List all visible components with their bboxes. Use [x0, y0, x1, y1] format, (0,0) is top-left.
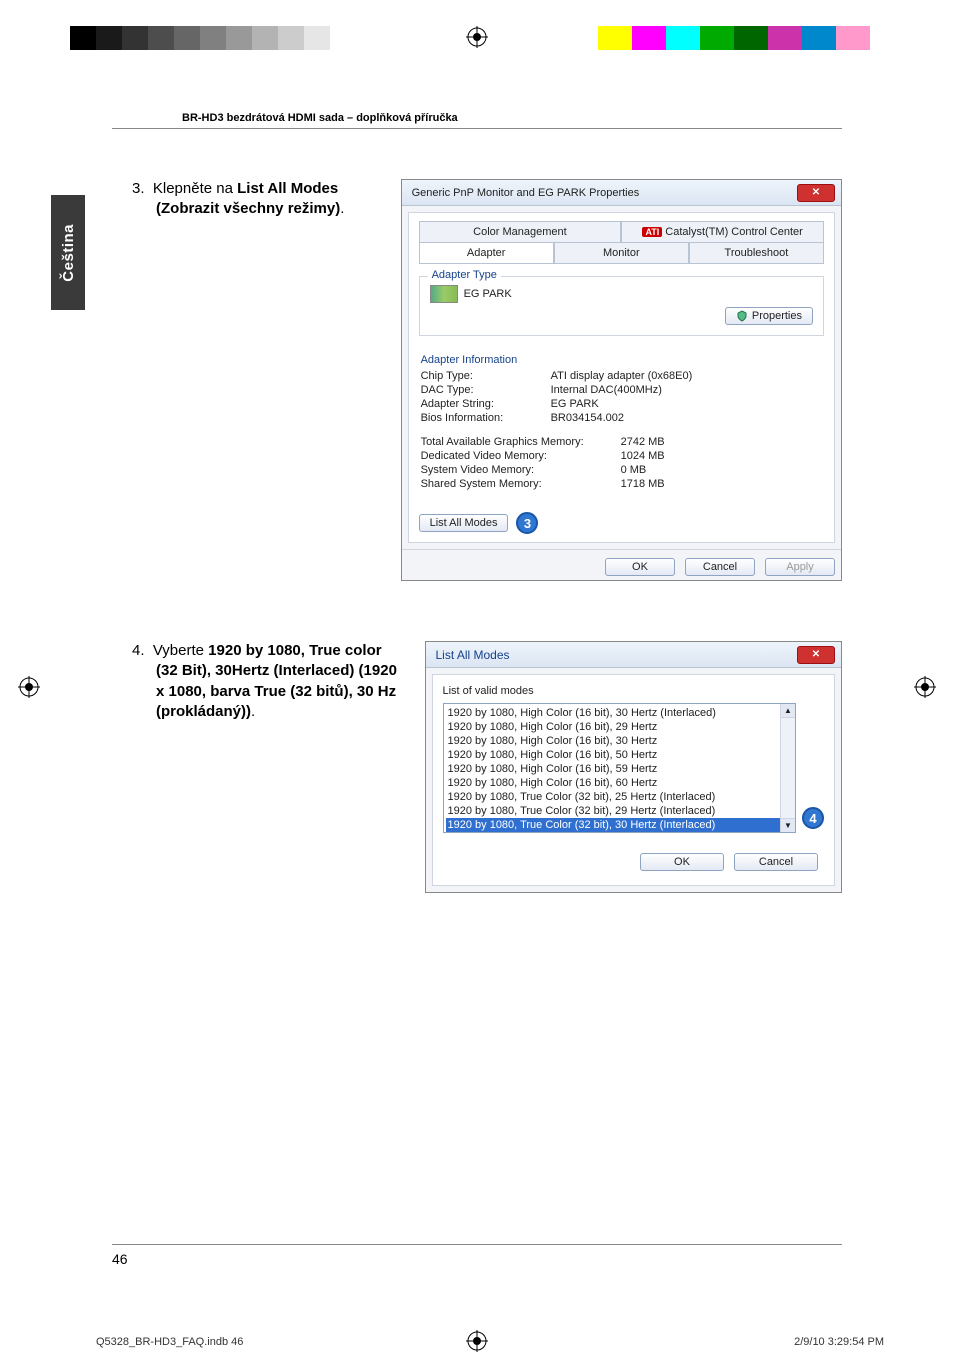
- adapter-chip-icon: [430, 285, 458, 303]
- adapter-type-legend: Adapter Type: [428, 269, 501, 281]
- shield-icon: [736, 310, 748, 322]
- step-lead: Klepněte na: [153, 180, 237, 197]
- callout-4: 4: [802, 807, 824, 829]
- close-icon: ✕: [812, 187, 820, 198]
- list-item[interactable]: 1920 by 1080, True Color (32 bit), 25 He…: [446, 790, 794, 804]
- sys-mem-value: 0 MB: [621, 464, 647, 476]
- language-tab: Čeština: [51, 195, 85, 310]
- scroll-up-icon[interactable]: ▲: [781, 704, 795, 718]
- tabs-row-top: Color Management ATICatalyst(TM) Control…: [419, 221, 824, 243]
- scrollbar[interactable]: ▲ ▼: [780, 704, 795, 832]
- print-file-label: Q5328_BR-HD3_FAQ.indb 46: [96, 1336, 243, 1348]
- registration-mark-icon: [18, 676, 40, 698]
- chip-type-value: ATI display adapter (0x68E0): [551, 370, 693, 382]
- list-all-modes-button[interactable]: List All Modes: [419, 514, 509, 532]
- apply-button[interactable]: Apply: [765, 558, 835, 576]
- ok-button[interactable]: OK: [640, 853, 724, 871]
- shared-mem-value: 1718 MB: [621, 478, 665, 490]
- tab-catalyst[interactable]: ATICatalyst(TM) Control Center: [621, 221, 824, 243]
- ded-mem-label: Dedicated Video Memory:: [421, 450, 621, 462]
- adapter-string-label: Adapter String:: [421, 398, 551, 410]
- valid-modes-label: List of valid modes: [443, 685, 825, 697]
- dialog-buttons: OK Cancel Apply: [402, 549, 841, 580]
- print-footer: Q5328_BR-HD3_FAQ.indb 46 2/9/10 3:29:54 …: [96, 1336, 884, 1348]
- list-item[interactable]: 1920 by 1080, High Color (16 bit), 30 He…: [446, 706, 794, 720]
- dac-type-value: Internal DAC(400MHz): [551, 384, 662, 396]
- bios-label: Bios Information:: [421, 412, 551, 424]
- properties-button[interactable]: Properties: [725, 307, 813, 325]
- step-3-text: 3. Klepněte na List All Modes (Zobrazit …: [112, 179, 383, 581]
- adapter-info-legend: Adapter Information: [421, 354, 822, 366]
- total-mem-value: 2742 MB: [621, 436, 665, 448]
- cancel-button[interactable]: Cancel: [734, 853, 818, 871]
- tab-monitor[interactable]: Monitor: [554, 243, 689, 264]
- step-lead: Vyberte: [153, 642, 208, 659]
- registration-mark-icon: [466, 26, 488, 48]
- adapter-type-group: Adapter Type EG PARK Properties: [419, 276, 824, 336]
- sys-mem-label: System Video Memory:: [421, 464, 621, 476]
- step-4-text: 4. Vyberte 1920 by 1080, True color (32 …: [112, 641, 407, 893]
- adapter-string-value: EG PARK: [551, 398, 599, 410]
- scroll-down-icon[interactable]: ▼: [781, 818, 795, 832]
- list-item[interactable]: 1920 by 1080, High Color (16 bit), 60 He…: [446, 776, 794, 790]
- print-datetime: 2/9/10 3:29:54 PM: [794, 1336, 884, 1348]
- dac-type-label: DAC Type:: [421, 384, 551, 396]
- total-mem-label: Total Available Graphics Memory:: [421, 436, 621, 448]
- dialog-titlebar: Generic PnP Monitor and EG PARK Properti…: [402, 180, 841, 206]
- callout-3: 3: [516, 512, 538, 534]
- adapter-type-value: EG PARK: [464, 288, 512, 300]
- step-3-row: 3. Klepněte na List All Modes (Zobrazit …: [112, 179, 842, 581]
- page-content: BR-HD3 bezdrátová HDMI sada – doplňková …: [112, 112, 842, 953]
- ded-mem-value: 1024 MB: [621, 450, 665, 462]
- properties-dialog: Generic PnP Monitor and EG PARK Properti…: [401, 179, 842, 581]
- step-number: 4.: [132, 642, 145, 659]
- step-number: 3.: [132, 180, 145, 197]
- properties-button-label: Properties: [752, 310, 802, 322]
- list-item[interactable]: 1920 by 1080, High Color (16 bit), 50 He…: [446, 748, 794, 762]
- step-4-row: 4. Vyberte 1920 by 1080, True color (32 …: [112, 641, 842, 893]
- close-icon: ✕: [812, 649, 820, 660]
- adapter-info-group: Adapter Information Chip Type:ATI displa…: [419, 348, 824, 498]
- close-button[interactable]: ✕: [797, 646, 835, 664]
- cancel-button[interactable]: Cancel: [685, 558, 755, 576]
- tab-adapter[interactable]: Adapter: [419, 243, 554, 264]
- language-label: Čeština: [60, 224, 77, 282]
- list-item[interactable]: 1920 by 1080, High Color (16 bit), 29 He…: [446, 720, 794, 734]
- close-button[interactable]: ✕: [797, 184, 835, 202]
- list-item[interactable]: 1920 by 1080, True Color (32 bit), 29 He…: [446, 804, 794, 818]
- dialog-title: List All Modes: [436, 648, 510, 662]
- tab-troubleshoot[interactable]: Troubleshoot: [689, 243, 824, 264]
- modes-listbox[interactable]: 1920 by 1080, High Color (16 bit), 30 He…: [443, 703, 797, 833]
- shared-mem-label: Shared System Memory:: [421, 478, 621, 490]
- dialog-titlebar: List All Modes ✕: [426, 642, 842, 668]
- list-modes-dialog: List All Modes ✕ List of valid modes 192…: [425, 641, 843, 893]
- ati-icon: ATI: [642, 227, 662, 237]
- list-item[interactable]: 1920 by 1080, True Color (32 bit), 30 He…: [446, 818, 794, 832]
- tabs-row-bottom: Adapter Monitor Troubleshoot: [419, 243, 824, 264]
- tab-color-management[interactable]: Color Management: [419, 221, 622, 243]
- ok-button[interactable]: OK: [605, 558, 675, 576]
- chip-type-label: Chip Type:: [421, 370, 551, 382]
- step-tail: .: [340, 200, 344, 217]
- dialog-title: Generic PnP Monitor and EG PARK Properti…: [412, 187, 640, 199]
- step-tail: .: [251, 703, 255, 720]
- page-number: 46: [112, 1244, 842, 1267]
- tab-catalyst-label: Catalyst(TM) Control Center: [665, 226, 803, 238]
- doc-header: BR-HD3 bezdrátová HDMI sada – doplňková …: [112, 112, 842, 129]
- registration-mark-icon: [914, 676, 936, 698]
- list-item[interactable]: 1920 by 1080, High Color (16 bit), 30 He…: [446, 734, 794, 748]
- list-item[interactable]: 1920 by 1080, High Color (16 bit), 59 He…: [446, 762, 794, 776]
- bios-value: BR034154.002: [551, 412, 624, 424]
